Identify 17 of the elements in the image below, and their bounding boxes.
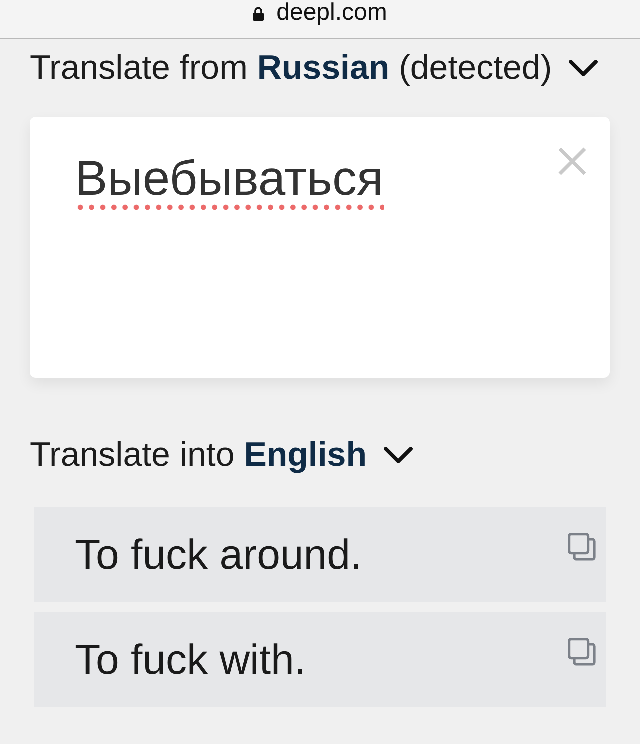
close-icon	[558, 147, 587, 176]
translation-result[interactable]: To fuck around.	[34, 507, 606, 602]
copy-button[interactable]	[568, 638, 596, 666]
address-bar[interactable]: deepl.com	[0, 0, 640, 39]
chevron-down-icon	[569, 60, 598, 77]
url-text: deepl.com	[276, 0, 388, 26]
copy-icon	[568, 638, 596, 666]
source-text-field[interactable]: Выебываться	[30, 117, 610, 378]
translation-result[interactable]: To fuck with.	[34, 612, 606, 707]
copy-button[interactable]	[568, 533, 596, 561]
copy-icon	[568, 533, 596, 561]
translation-text: To fuck around.	[75, 530, 362, 580]
clear-button[interactable]	[558, 147, 587, 176]
translation-text: To fuck with.	[75, 634, 306, 684]
target-language-selector[interactable]: Translate into English	[30, 435, 413, 475]
source-language-selector[interactable]: Translate from Russian (detected)	[30, 48, 598, 88]
chevron-down-icon	[384, 446, 413, 464]
